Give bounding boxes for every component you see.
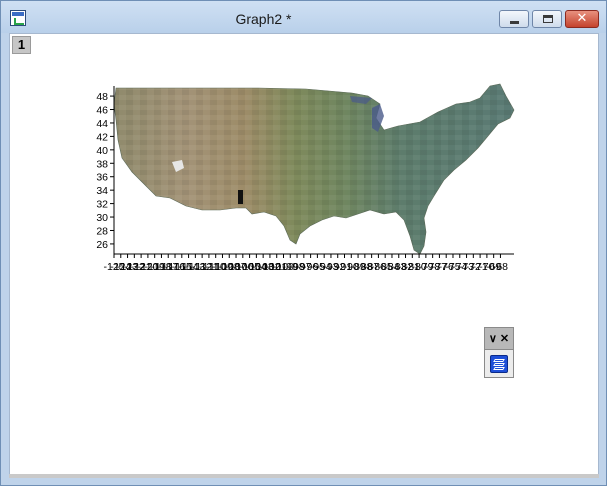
y-tick-label: 46 — [96, 105, 108, 117]
us-map-image — [113, 83, 515, 255]
x-axis: -125-124-123-122-121-120-119-118-117-116… — [103, 253, 514, 273]
y-tick-label: 36 — [96, 172, 108, 184]
y-tick-label: 42 — [96, 131, 108, 143]
y-tick-label: 34 — [96, 185, 108, 197]
x-tick-label: -68 — [493, 261, 508, 273]
layer-stack-icon[interactable] — [490, 355, 508, 373]
y-tick-label: 48 — [96, 91, 108, 103]
map-dark-spot — [238, 190, 243, 204]
floating-mini-toolbar[interactable]: ∨ ✕ — [484, 327, 514, 378]
y-axis: 26 283032 3436 3840 424446 48 — [96, 86, 115, 254]
y-tick-label: 30 — [96, 212, 108, 224]
y-tick-label: 28 — [96, 225, 108, 237]
y-tick-label: 44 — [96, 118, 108, 130]
y-tick-label: 38 — [96, 158, 108, 170]
toolbar-collapse-close[interactable]: ∨ ✕ — [485, 328, 513, 350]
y-tick-label: 40 — [96, 145, 108, 157]
y-tick-label: 32 — [96, 199, 108, 211]
map-plot[interactable]: 26 283032 3436 3840 424446 48 -125-124-123-12… — [0, 0, 607, 486]
map-texture — [114, 84, 514, 254]
y-tick-label: 26 — [96, 239, 108, 251]
